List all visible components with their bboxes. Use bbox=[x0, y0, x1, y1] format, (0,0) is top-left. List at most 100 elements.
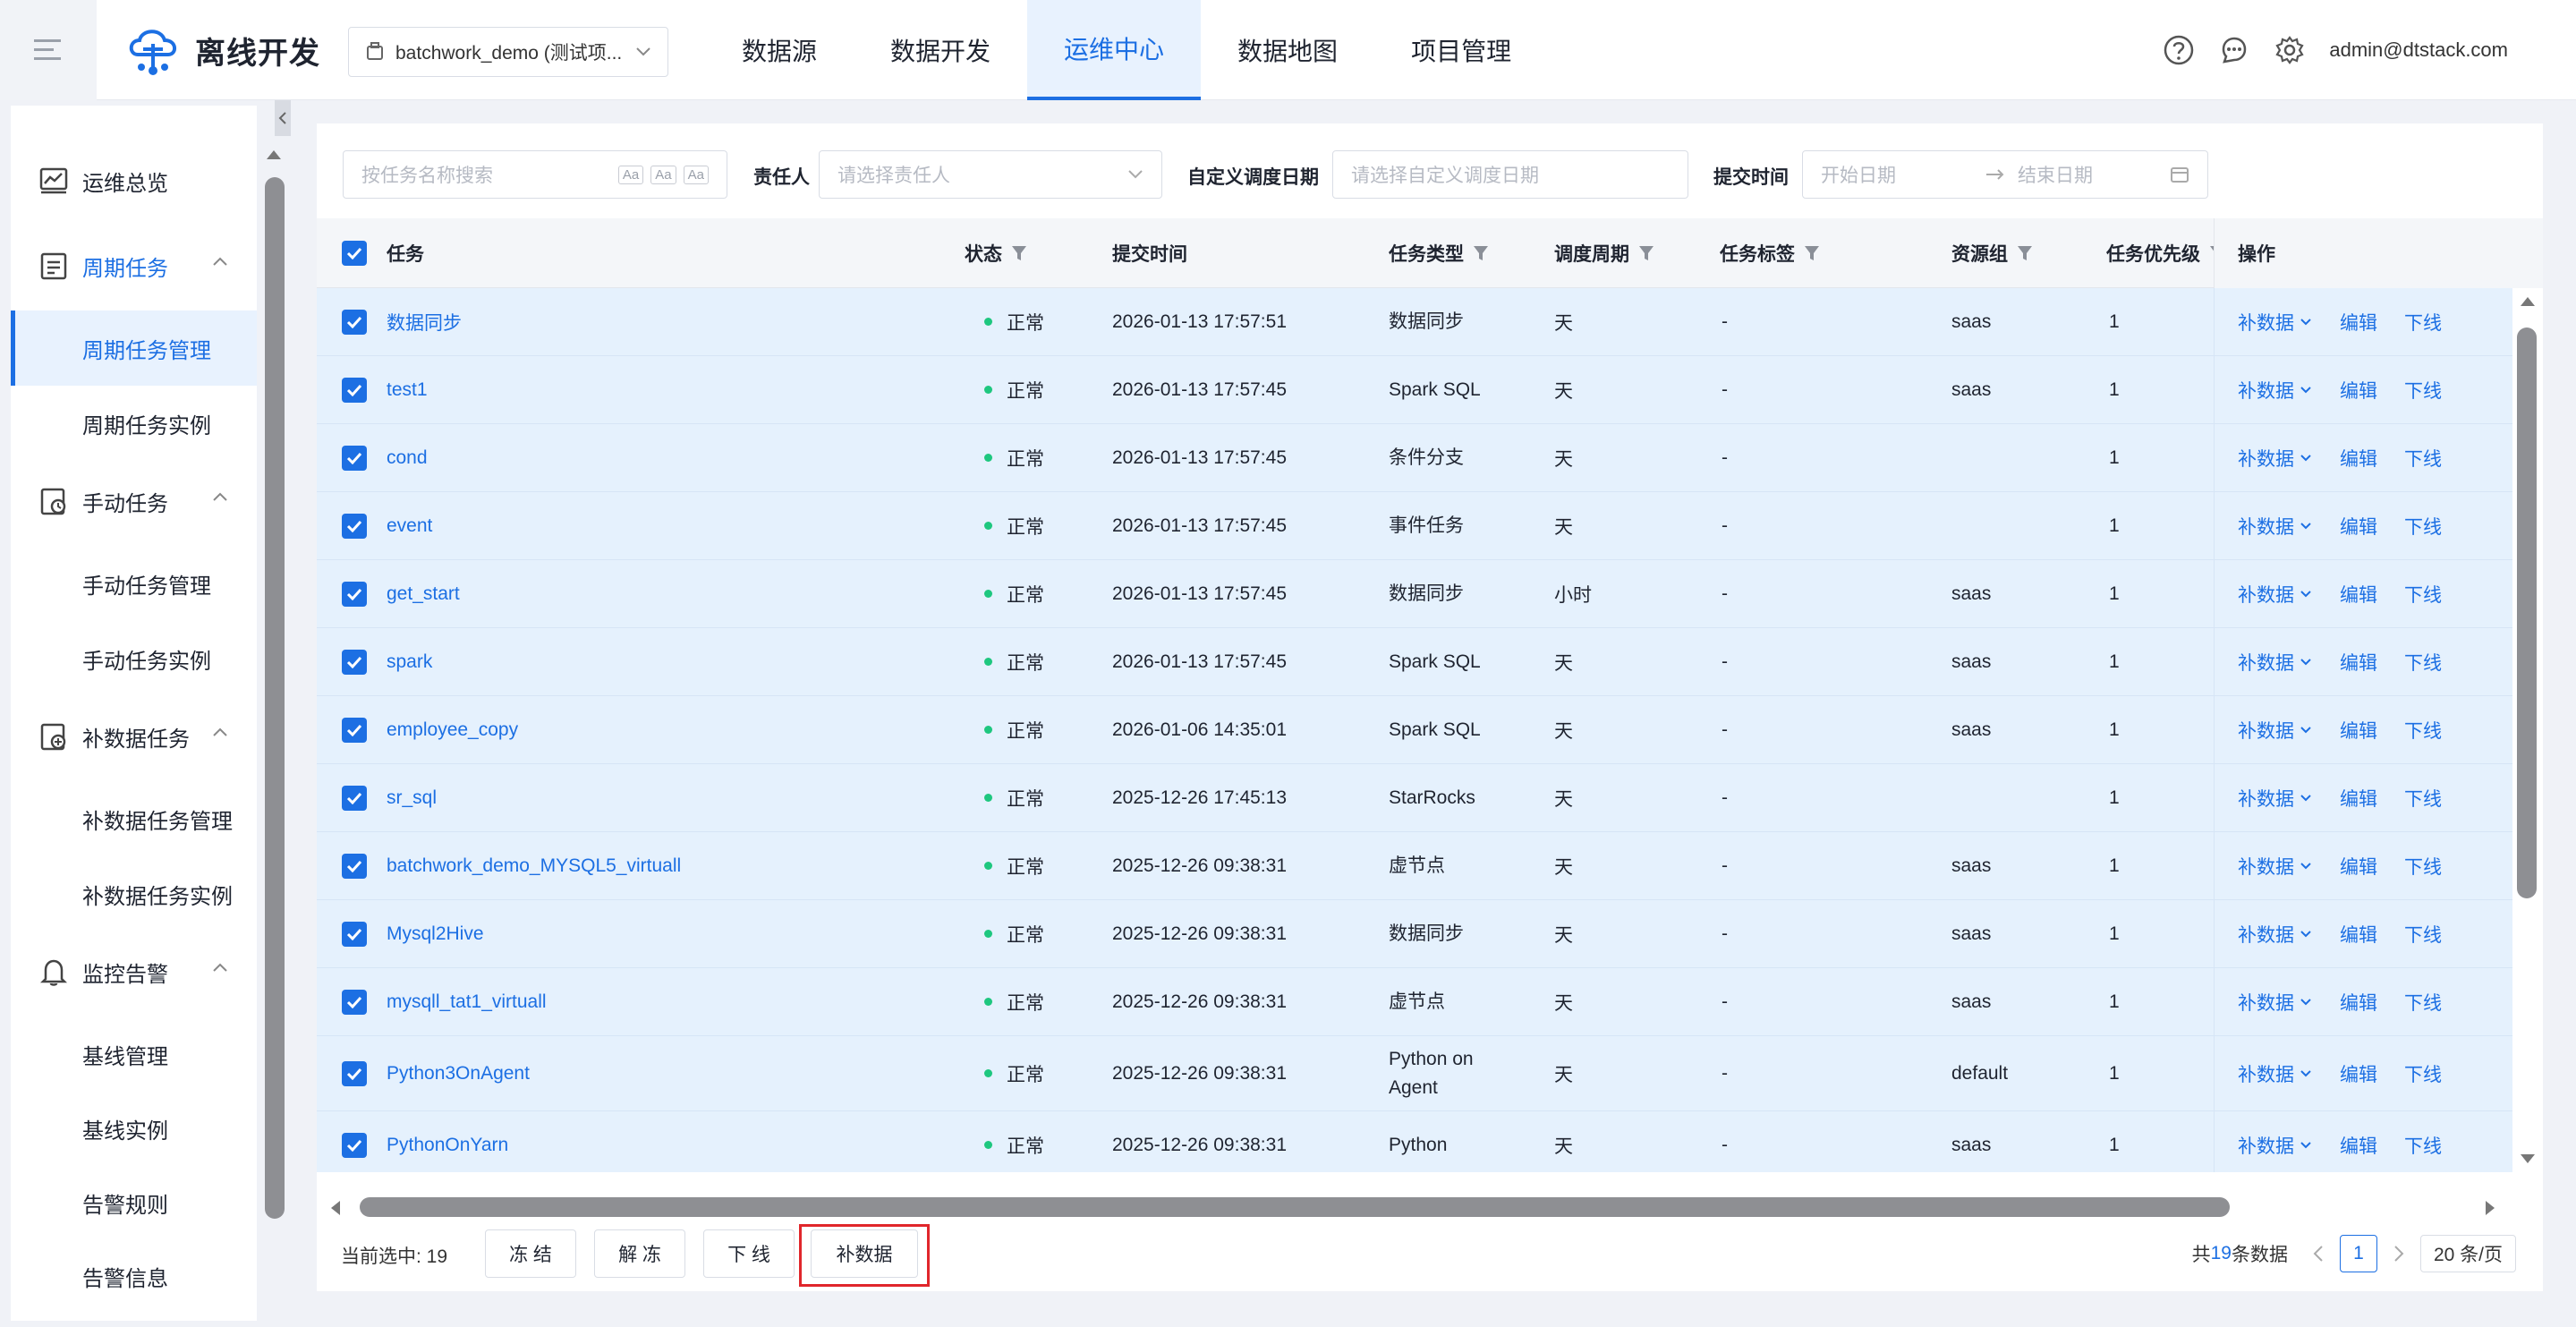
task-name-link[interactable]: event bbox=[387, 492, 432, 559]
row-checkbox[interactable] bbox=[342, 832, 367, 899]
page-number[interactable]: 1 bbox=[2339, 1235, 2377, 1272]
offline-button[interactable]: 下 线 bbox=[703, 1229, 795, 1278]
patch-data-action[interactable]: 补数据 bbox=[2238, 628, 2312, 695]
prev-page-icon[interactable] bbox=[2309, 1243, 2327, 1264]
task-name-link[interactable]: 数据同步 bbox=[387, 288, 462, 355]
select-all-checkbox[interactable] bbox=[342, 218, 367, 288]
row-checkbox[interactable] bbox=[342, 492, 367, 559]
table-row[interactable]: Python3OnAgent 正常 2025-12-26 09:38:31 Pytho… bbox=[317, 1036, 2512, 1111]
edit-action[interactable]: 编辑 bbox=[2340, 1036, 2377, 1110]
filter-icon[interactable] bbox=[1638, 244, 1654, 262]
menu-toggle-button[interactable] bbox=[0, 0, 97, 100]
task-name-link[interactable]: test1 bbox=[387, 356, 428, 423]
patch-data-action[interactable]: 补数据 bbox=[2238, 968, 2312, 1035]
unfreeze-button[interactable]: 解 冻 bbox=[594, 1229, 685, 1278]
edit-action[interactable]: 编辑 bbox=[2340, 1111, 2377, 1172]
table-horizontal-scroll-thumb[interactable] bbox=[360, 1197, 2230, 1217]
task-name-link[interactable]: mysqll_tat1_virtuall bbox=[387, 968, 547, 1035]
table-row[interactable]: get_start 正常 2026-01-13 17:57:45 数据同步 小时 - saa… bbox=[317, 560, 2512, 628]
sidebar-item-alert-info[interactable]: 告警信息 bbox=[11, 1238, 257, 1314]
user-account[interactable]: admin@dtstack.com bbox=[2329, 38, 2508, 62]
table-vertical-scroll-thumb[interactable] bbox=[2517, 327, 2537, 898]
offline-action[interactable]: 下线 bbox=[2404, 696, 2442, 763]
edit-action[interactable]: 编辑 bbox=[2340, 900, 2377, 967]
column-header-priority[interactable]: 任务优先级 bbox=[2106, 218, 2225, 288]
patch-data-action[interactable]: 补数据 bbox=[2238, 356, 2312, 423]
offline-action[interactable]: 下线 bbox=[2404, 1036, 2442, 1110]
filter-icon[interactable] bbox=[1804, 244, 1820, 262]
offline-action[interactable]: 下线 bbox=[2404, 900, 2442, 967]
table-row[interactable]: 数据同步 正常 2026-01-13 17:57:51 数据同步 天 - saas 1 补数据 编… bbox=[317, 288, 2512, 356]
table-row[interactable]: PythonOnYarn 正常 2025-12-26 09:38:31 Python 天… bbox=[317, 1111, 2512, 1172]
sidebar-item-periodic-mgmt[interactable]: 周期任务管理 bbox=[11, 310, 257, 386]
page-size-select[interactable]: 20 条/页 bbox=[2419, 1235, 2516, 1272]
sidebar-scroll-thumb[interactable] bbox=[265, 177, 285, 1219]
offline-action[interactable]: 下线 bbox=[2404, 356, 2442, 423]
offline-action[interactable]: 下线 bbox=[2404, 560, 2442, 627]
column-header-resource-group[interactable]: 资源组 bbox=[1951, 218, 2033, 288]
table-row[interactable]: sr_sql 正常 2025-12-26 17:45:13 StarRocks 天 - 1 补… bbox=[317, 764, 2512, 832]
table-row[interactable]: test1 正常 2026-01-13 17:57:45 Spark SQL 天 - saa… bbox=[317, 356, 2512, 424]
sidebar-group-patch[interactable]: 补数据任务 bbox=[11, 705, 257, 768]
edit-action[interactable]: 编辑 bbox=[2340, 832, 2377, 899]
sidebar-item-baseline-mgmt[interactable]: 基线管理 bbox=[11, 1017, 257, 1092]
sidebar-collapse-button[interactable] bbox=[275, 100, 291, 136]
filter-icon[interactable] bbox=[1011, 244, 1027, 262]
edit-action[interactable]: 编辑 bbox=[2340, 696, 2377, 763]
next-page-icon[interactable] bbox=[2390, 1243, 2408, 1264]
table-row[interactable]: batchwork_demo_MYSQL5_virtuall 正常 2025-12-… bbox=[317, 832, 2512, 900]
patch-data-action[interactable]: 补数据 bbox=[2238, 288, 2312, 355]
patch-data-action[interactable]: 补数据 bbox=[2238, 832, 2312, 899]
edit-action[interactable]: 编辑 bbox=[2340, 560, 2377, 627]
patch-data-action[interactable]: 补数据 bbox=[2238, 492, 2312, 559]
edit-action[interactable]: 编辑 bbox=[2340, 424, 2377, 491]
patch-data-action[interactable]: 补数据 bbox=[2238, 1036, 2312, 1110]
task-name-link[interactable]: get_start bbox=[387, 560, 460, 627]
edit-action[interactable]: 编辑 bbox=[2340, 764, 2377, 831]
sidebar-item-manual-mgmt[interactable]: 手动任务管理 bbox=[11, 546, 257, 621]
patch-data-action[interactable]: 补数据 bbox=[2238, 696, 2312, 763]
match-word-icon[interactable]: Aa bbox=[650, 165, 676, 184]
project-select[interactable]: batchwork_demo (测试项... bbox=[348, 27, 668, 77]
sidebar-group-periodic[interactable]: 周期任务 bbox=[11, 234, 257, 297]
task-name-link[interactable]: batchwork_demo_MYSQL5_virtuall bbox=[387, 832, 681, 899]
task-name-link[interactable]: spark bbox=[387, 628, 432, 695]
help-icon[interactable] bbox=[2163, 34, 2195, 66]
table-row[interactable]: mysqll_tat1_virtuall 正常 2025-12-26 09:38:3… bbox=[317, 968, 2512, 1036]
row-checkbox[interactable] bbox=[342, 1036, 367, 1110]
offline-action[interactable]: 下线 bbox=[2404, 492, 2442, 559]
task-name-link[interactable]: sr_sql bbox=[387, 764, 437, 831]
row-checkbox[interactable] bbox=[342, 900, 367, 967]
offline-action[interactable]: 下线 bbox=[2404, 764, 2442, 831]
nav-datasource[interactable]: 数据源 bbox=[705, 0, 854, 100]
column-header-submit-time[interactable]: 提交时间 bbox=[1112, 218, 1187, 288]
nav-data-dev[interactable]: 数据开发 bbox=[854, 0, 1027, 100]
offline-action[interactable]: 下线 bbox=[2404, 832, 2442, 899]
task-name-link[interactable]: Mysql2Hive bbox=[387, 900, 484, 967]
freeze-button[interactable]: 冻 结 bbox=[485, 1229, 576, 1278]
nav-project-mgmt[interactable]: 项目管理 bbox=[1374, 0, 1548, 100]
row-checkbox[interactable] bbox=[342, 968, 367, 1035]
edit-action[interactable]: 编辑 bbox=[2340, 288, 2377, 355]
gear-icon[interactable] bbox=[2274, 34, 2306, 66]
edit-action[interactable]: 编辑 bbox=[2340, 356, 2377, 423]
column-header-status[interactable]: 状态 bbox=[965, 218, 1027, 288]
offline-action[interactable]: 下线 bbox=[2404, 968, 2442, 1035]
filter-icon[interactable] bbox=[2017, 244, 2033, 262]
task-search-input[interactable]: 按任务名称搜索 Aa Aa Aa bbox=[343, 150, 727, 199]
row-checkbox[interactable] bbox=[342, 696, 367, 763]
offline-action[interactable]: 下线 bbox=[2404, 288, 2442, 355]
sidebar-item-patch-instance[interactable]: 补数据任务实例 bbox=[11, 856, 257, 931]
patch-data-action[interactable]: 补数据 bbox=[2238, 764, 2312, 831]
row-checkbox[interactable] bbox=[342, 424, 367, 491]
task-name-link[interactable]: Python3OnAgent bbox=[387, 1036, 530, 1110]
table-row[interactable]: Mysql2Hive 正常 2025-12-26 09:38:31 数据同步 天 - saa… bbox=[317, 900, 2512, 968]
patch-data-action[interactable]: 补数据 bbox=[2238, 900, 2312, 967]
task-name-link[interactable]: PythonOnYarn bbox=[387, 1111, 508, 1172]
regex-icon[interactable]: Aa bbox=[683, 165, 709, 184]
row-checkbox[interactable] bbox=[342, 560, 367, 627]
task-name-link[interactable]: employee_copy bbox=[387, 696, 518, 763]
match-case-icon[interactable]: Aa bbox=[617, 165, 644, 184]
offline-action[interactable]: 下线 bbox=[2404, 1111, 2442, 1172]
row-checkbox[interactable] bbox=[342, 356, 367, 423]
